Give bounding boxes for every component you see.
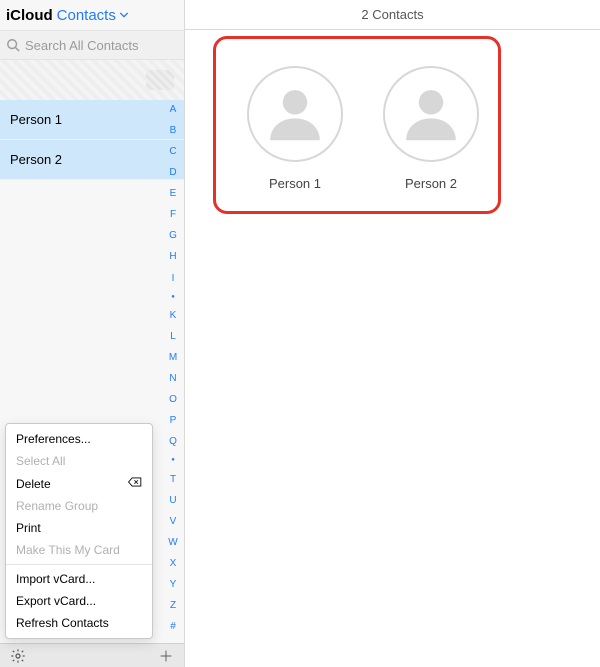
search-bar[interactable] — [0, 30, 184, 60]
contact-row[interactable]: Person 2 — [0, 140, 184, 180]
alpha-index-letter[interactable]: V — [170, 516, 177, 528]
menu-item-label: Delete — [16, 477, 51, 491]
alpha-index-letter[interactable]: # — [170, 621, 176, 633]
menu-item-label: Refresh Contacts — [16, 616, 109, 630]
contacts-dropdown[interactable]: Contacts — [57, 7, 129, 24]
alpha-index-letter[interactable]: E — [170, 188, 177, 200]
alpha-index-letter[interactable]: P — [170, 415, 177, 427]
alpha-index-letter[interactable]: K — [170, 310, 177, 322]
alpha-index-letter[interactable]: I — [172, 273, 175, 285]
alpha-index-letter[interactable]: T — [170, 474, 176, 486]
detail-header: 2 Contacts — [185, 0, 600, 30]
menu-item-label: Make This My Card — [16, 543, 120, 557]
menu-item[interactable]: Refresh Contacts — [6, 612, 152, 634]
alpha-index-letter[interactable]: L — [170, 331, 176, 343]
menu-item[interactable]: Delete — [6, 472, 152, 495]
menu-item[interactable]: Preferences... — [6, 428, 152, 450]
alpha-index-letter[interactable]: Y — [170, 579, 177, 591]
contact-card[interactable]: Person 2 — [373, 66, 489, 191]
avatar-icon — [383, 66, 479, 162]
menu-item[interactable]: Print — [6, 517, 152, 539]
me-card[interactable] — [0, 60, 184, 100]
menu-item[interactable]: Export vCard... — [6, 590, 152, 612]
menu-item: Select All — [6, 450, 152, 472]
menu-item-label: Select All — [16, 454, 65, 468]
contact-row-name: Person 2 — [10, 152, 62, 167]
sidebar-header: iCloud Contacts — [0, 0, 184, 30]
alpha-index-letter[interactable]: G — [169, 230, 177, 242]
settings-menu: Preferences... Select All Delete Rename Gro… — [5, 423, 153, 639]
menu-item: Rename Group — [6, 495, 152, 517]
app-name: iCloud — [6, 7, 53, 24]
contact-cards: Person 1 Person 2 — [195, 50, 590, 191]
alpha-index[interactable]: ABCDEFGHI ● KLMNOPQ ● TUVWXYZ # — [162, 100, 184, 643]
alpha-index-letter[interactable]: X — [170, 558, 177, 570]
alpha-index-letter[interactable]: ● — [171, 294, 175, 301]
detail-pane: 2 Contacts Person 1 Person 2 — [185, 0, 600, 667]
alpha-index-letter[interactable]: ● — [171, 457, 175, 464]
avatar-icon — [247, 66, 343, 162]
search-icon — [6, 38, 20, 52]
contact-card-name: Person 1 — [237, 176, 353, 191]
menu-item: Make This My Card — [6, 539, 152, 561]
plus-icon[interactable] — [158, 648, 174, 664]
contacts-count: 2 Contacts — [361, 7, 423, 22]
gear-icon[interactable] — [10, 648, 26, 664]
menu-item-label: Rename Group — [16, 499, 98, 513]
menu-item-label: Print — [16, 521, 41, 535]
contact-card[interactable]: Person 1 — [237, 66, 353, 191]
alpha-index-letter[interactable]: C — [169, 146, 176, 158]
menu-item-label: Export vCard... — [16, 594, 96, 608]
chevron-down-icon — [119, 10, 129, 20]
alpha-index-letter[interactable]: H — [169, 251, 176, 263]
menu-separator — [6, 564, 152, 565]
search-input[interactable] — [25, 38, 178, 53]
alpha-index-letter[interactable]: M — [169, 352, 177, 364]
alpha-index-letter[interactable]: Z — [170, 600, 176, 612]
menu-item-label: Preferences... — [16, 432, 91, 446]
contact-row[interactable]: Person 1 — [0, 100, 184, 140]
alpha-index-letter[interactable]: U — [169, 495, 176, 507]
menu-item[interactable]: Import vCard... — [6, 568, 152, 590]
alpha-index-letter[interactable]: W — [168, 537, 177, 549]
alpha-index-letter[interactable]: B — [170, 125, 177, 137]
alpha-index-letter[interactable]: F — [170, 209, 176, 221]
contact-card-name: Person 2 — [373, 176, 489, 191]
alpha-index-letter[interactable]: O — [169, 394, 177, 406]
contact-row-name: Person 1 — [10, 112, 62, 127]
sidebar: iCloud Contacts Person 1 Person 2 AB — [0, 0, 185, 667]
backspace-icon — [128, 476, 142, 491]
alpha-index-letter[interactable]: Q — [169, 436, 177, 448]
contacts-dropdown-label: Contacts — [57, 7, 116, 24]
alpha-index-letter[interactable]: N — [169, 373, 176, 385]
sidebar-toolbar — [0, 643, 184, 667]
alpha-index-letter[interactable]: A — [170, 104, 177, 116]
detail-body: Person 1 Person 2 — [185, 30, 600, 667]
alpha-index-letter[interactable]: D — [169, 167, 176, 179]
menu-item-label: Import vCard... — [16, 572, 95, 586]
